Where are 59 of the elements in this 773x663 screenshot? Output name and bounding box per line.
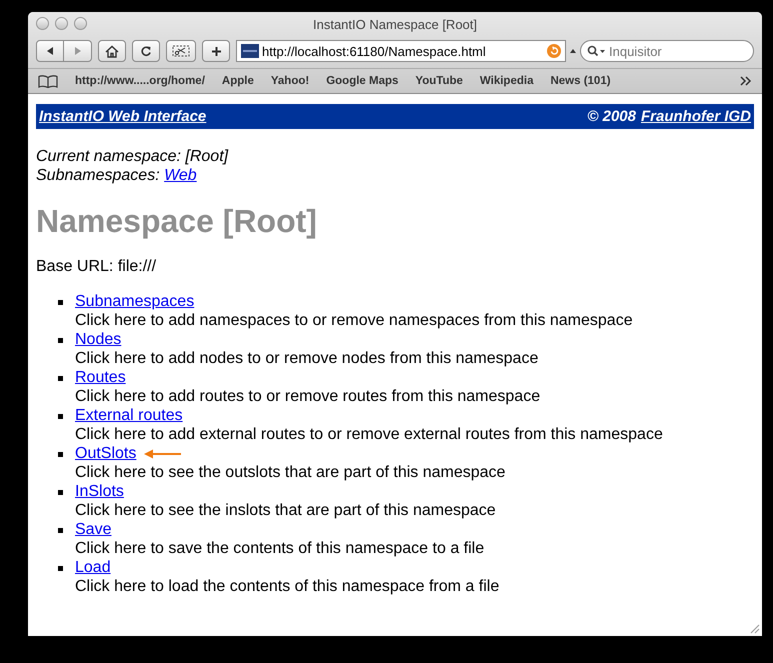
section-link[interactable]: Load: [75, 558, 111, 577]
section-link[interactable]: Save: [75, 520, 112, 539]
bookmark-link[interactable]: Wikipedia: [480, 75, 534, 87]
bookmark-link[interactable]: Apple: [222, 75, 254, 87]
section-link[interactable]: Nodes: [75, 330, 122, 349]
caret-icon: [569, 47, 577, 55]
search-icon: [587, 45, 607, 57]
reload-icon: [140, 45, 152, 57]
home-icon: [105, 44, 119, 58]
plus-icon: [210, 46, 222, 56]
bullet-icon: [58, 566, 63, 571]
section-description: Click here to save the contents of this namespace to a file: [75, 539, 484, 558]
base-url-text: Base URL: file:///: [36, 258, 158, 276]
site-icon: [241, 44, 259, 58]
section-link[interactable]: External routes: [75, 406, 183, 425]
scissors-icon: [172, 45, 190, 57]
page-heading: Namespace [Root]: [36, 203, 318, 240]
section-description: Click here to see the inslots that are part of this namespace: [75, 501, 496, 520]
bookmark-link[interactable]: YouTube: [415, 75, 463, 87]
section-description: Click here to add routes to or remove routes from this namespace: [75, 387, 540, 406]
bookmark-link[interactable]: Yahoo!: [270, 75, 310, 87]
section-link[interactable]: Subnamespaces: [75, 292, 194, 311]
copyright-text: © 2008: [587, 108, 636, 125]
section-link[interactable]: Routes: [75, 368, 126, 387]
section-description: Click here to add namespaces to or remove namespaces from this namespace: [75, 311, 633, 330]
forward-icon: [72, 46, 82, 56]
home-button[interactable]: [98, 40, 126, 62]
bullet-icon: [58, 452, 63, 457]
add-bookmark-button[interactable]: [202, 40, 230, 62]
subnamespace-link[interactable]: Web: [164, 167, 197, 184]
resize-grip-icon[interactable]: [748, 622, 760, 634]
current-namespace-text: Current namespace: [Root]: [36, 148, 228, 165]
bullet-icon: [58, 414, 63, 419]
bookmark-link[interactable]: Google Maps: [326, 75, 398, 87]
overflow-icon[interactable]: [740, 76, 752, 86]
section-link[interactable]: InSlots: [75, 482, 124, 501]
banner-link[interactable]: InstantIO Web Interface: [39, 108, 206, 125]
bullet-icon: [58, 376, 63, 381]
bullet-icon: [58, 338, 63, 343]
window-title: InstantIO Namespace [Root]: [312, 16, 478, 32]
back-icon: [45, 46, 55, 56]
section-description: Click here to add external routes to or remove external routes from this namespace: [75, 425, 663, 444]
section-description: Click here to load the contents of this namespace from a file: [75, 577, 500, 596]
bookmark-link[interactable]: http://www.....org/home/: [75, 75, 205, 87]
bullet-icon: [58, 490, 63, 495]
snippet-button[interactable]: [166, 40, 196, 62]
back-button[interactable]: [36, 40, 64, 62]
owner-link[interactable]: Fraunhofer IGD: [640, 108, 751, 125]
bullet-icon: [58, 528, 63, 533]
section-link[interactable]: OutSlots: [75, 444, 136, 463]
bullet-icon: [58, 300, 63, 305]
bookmark-link[interactable]: News (101): [550, 75, 611, 87]
search-field[interactable]: Inquisitor: [580, 40, 754, 62]
address-field[interactable]: http://localhost:61180/Namespace.html: [236, 40, 566, 62]
section-description: Click here to add nodes to or remove nodes from this namespace: [75, 349, 538, 368]
book-icon: [38, 74, 58, 88]
reload-button[interactable]: [132, 40, 160, 62]
section-description: Click here to see the outslots that are part of this namespace: [75, 463, 506, 482]
subnamespaces-label: Subnamespaces:: [36, 167, 160, 184]
